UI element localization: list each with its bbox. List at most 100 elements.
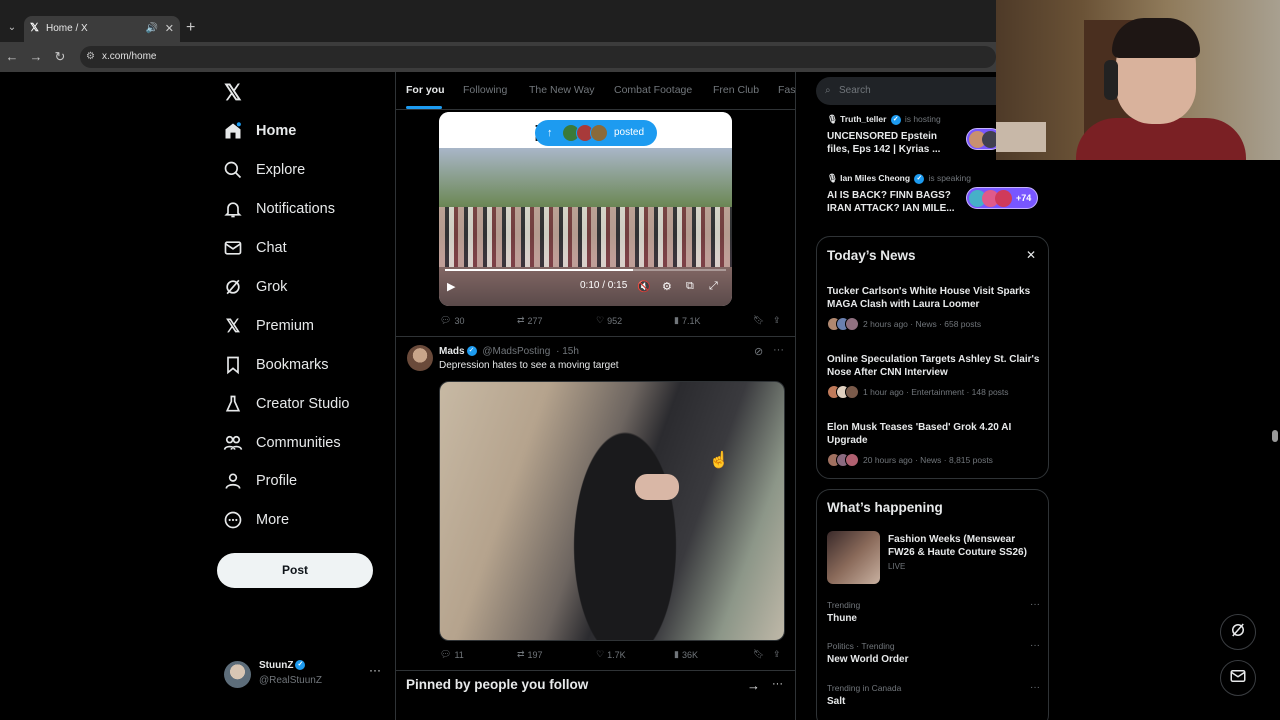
repost-button[interactable]: ⇄ 277 bbox=[517, 315, 543, 326]
nav-home[interactable]: Home bbox=[222, 116, 296, 146]
post-button[interactable]: Post bbox=[217, 553, 373, 588]
share-button[interactable]: ⇪ bbox=[773, 315, 781, 326]
nav-explore[interactable]: Explore bbox=[222, 155, 305, 185]
back-icon[interactable]: ← bbox=[4, 48, 20, 66]
close-icon[interactable]: ✕ bbox=[1026, 248, 1036, 262]
trend-context: Trending in Canada bbox=[827, 683, 902, 693]
mute-icon[interactable]: 🔇 bbox=[637, 280, 651, 293]
live-space-card[interactable]: 🎙 Ian Miles Cheong ✓ is speaking AI IS BA… bbox=[827, 173, 1047, 215]
author-name[interactable]: Mads bbox=[439, 346, 465, 357]
forward-icon[interactable]: → bbox=[28, 48, 44, 66]
messages-floating-button[interactable] bbox=[1220, 660, 1256, 696]
page-scrollbar[interactable] bbox=[1272, 430, 1278, 442]
nav-more[interactable]: More bbox=[222, 505, 289, 535]
nav-bookmarks[interactable]: Bookmarks bbox=[222, 350, 329, 380]
event-thumbnail[interactable] bbox=[827, 531, 880, 584]
x-logo-icon[interactable]: 𝕏 bbox=[224, 80, 242, 106]
tweet-media[interactable] bbox=[439, 381, 785, 641]
view-count: 36K bbox=[681, 649, 698, 660]
nav-profile[interactable]: Profile bbox=[222, 466, 297, 496]
like-button[interactable]: ♡ 1.7K bbox=[596, 649, 626, 660]
reload-icon[interactable]: ↻ bbox=[52, 48, 68, 66]
reply-icon: 💬︎ bbox=[440, 649, 452, 659]
tab-for-you[interactable]: For you bbox=[406, 84, 445, 96]
news-item[interactable]: Online Speculation Targets Ashley St. Cl… bbox=[827, 353, 1042, 399]
browser-tab[interactable]: 𝕏 Home / X 🔊 ✕ bbox=[24, 16, 180, 42]
audio-icon[interactable]: 🔊 bbox=[146, 16, 158, 42]
like-count: 1.7K bbox=[607, 649, 626, 660]
tab-search-chevron-icon[interactable]: ⌄ bbox=[4, 20, 20, 36]
mail-icon bbox=[222, 237, 244, 259]
new-posts-pill[interactable]: ↑ posted bbox=[535, 120, 657, 146]
reply-button[interactable]: 💬︎ 11 bbox=[440, 649, 464, 660]
site-info-icon[interactable]: ⚙ bbox=[86, 46, 95, 68]
avatar bbox=[845, 385, 859, 399]
bookmark-button[interactable]: 🔖︎ bbox=[753, 315, 764, 326]
close-tab-icon[interactable]: ✕ bbox=[165, 16, 174, 42]
nav-notifications[interactable]: Notifications bbox=[222, 194, 335, 224]
tweet-age[interactable]: · 15h bbox=[556, 346, 579, 357]
avatar bbox=[845, 317, 859, 331]
nav-grok[interactable]: Grok bbox=[222, 272, 287, 302]
like-count: 952 bbox=[607, 315, 623, 326]
feed-tabs: For you Following The New Way Combat Foo… bbox=[396, 72, 795, 110]
divider bbox=[396, 336, 795, 337]
grok-icon[interactable]: ⊘ bbox=[754, 345, 763, 358]
listener-count: +74 bbox=[1016, 193, 1032, 203]
fullscreen-icon[interactable]: ⤢ bbox=[709, 280, 718, 293]
reply-icon: 💬︎ bbox=[440, 315, 452, 325]
reply-count: 30 bbox=[454, 315, 465, 326]
event-item[interactable]: Fashion Weeks (Menswear FW26 & Haute Cou… bbox=[888, 533, 1038, 571]
play-icon[interactable]: ▶ bbox=[447, 280, 455, 293]
views-button[interactable]: ▮ 7.1K bbox=[674, 315, 700, 326]
tab-fas[interactable]: Fas bbox=[778, 84, 795, 96]
author-handle[interactable]: @MadsPosting bbox=[482, 346, 550, 357]
trend-context: Politics · Trending bbox=[827, 641, 895, 651]
more-dots-icon[interactable]: ··· bbox=[1030, 640, 1040, 651]
reply-button[interactable]: 💬︎ 30 bbox=[440, 315, 464, 326]
tab-following[interactable]: Following bbox=[463, 84, 507, 96]
more-dots-icon[interactable]: ··· bbox=[772, 678, 783, 690]
url-field[interactable]: ⚙ x.com/home bbox=[80, 46, 996, 68]
settings-icon[interactable]: ⚙ bbox=[662, 280, 672, 293]
new-tab-icon[interactable]: + bbox=[186, 18, 200, 38]
trend-name: Salt bbox=[827, 696, 846, 707]
share-button[interactable]: ⇪ bbox=[773, 649, 781, 660]
nav-chat[interactable]: Chat bbox=[222, 233, 287, 263]
news-item[interactable]: Elon Musk Teases 'Based' Grok 4.20 AI Up… bbox=[827, 421, 1042, 467]
more-dots-icon[interactable]: ··· bbox=[369, 663, 381, 677]
heart-icon: ♡ bbox=[596, 315, 605, 325]
grok-floating-button[interactable] bbox=[1220, 614, 1256, 650]
repost-button[interactable]: ⇄ 197 bbox=[517, 649, 543, 660]
picture-in-picture-icon[interactable]: ⧉ bbox=[686, 280, 694, 293]
trend-item[interactable]: Trending Thune ··· bbox=[827, 599, 1042, 624]
reply-count: 11 bbox=[454, 649, 464, 660]
nav-communities[interactable]: Communities bbox=[222, 428, 341, 458]
more-dots-icon[interactable]: ··· bbox=[773, 344, 784, 356]
like-button[interactable]: ♡ 952 bbox=[596, 315, 622, 326]
avatar bbox=[224, 661, 251, 688]
more-dots-icon[interactable]: ··· bbox=[1030, 682, 1040, 693]
news-title: Tucker Carlson's White House Visit Spark… bbox=[827, 286, 1031, 310]
search-input[interactable]: ⌕ Search bbox=[816, 77, 998, 105]
whats-happening-card: What’s happening Fashion Weeks (Menswear… bbox=[816, 489, 1049, 720]
tab-combat-footage[interactable]: Combat Footage bbox=[614, 84, 692, 96]
nav-creator-studio[interactable]: Creator Studio bbox=[222, 389, 350, 419]
more-dots-icon[interactable]: ··· bbox=[1030, 599, 1040, 610]
nav-premium[interactable]: 𝕏 Premium bbox=[222, 311, 314, 341]
trend-item[interactable]: Trending in Canada Salt ··· bbox=[827, 682, 1042, 707]
video-progress-bar[interactable] bbox=[445, 269, 726, 271]
posted-label: posted bbox=[614, 127, 645, 138]
views-button[interactable]: ▮ 36K bbox=[674, 649, 698, 660]
news-item[interactable]: Tucker Carlson's White House Visit Spark… bbox=[827, 285, 1042, 331]
news-meta-row: 2 hours ago · News · 658 posts bbox=[827, 317, 1042, 331]
account-switcher[interactable]: StuunZ ✓ @RealStuunZ ··· bbox=[224, 659, 384, 689]
arrow-right-icon[interactable]: → bbox=[747, 678, 760, 693]
tab-fren-club[interactable]: Fren Club bbox=[713, 84, 759, 96]
bookmark-button[interactable]: 🔖︎ bbox=[753, 649, 764, 660]
avatar[interactable] bbox=[407, 345, 433, 371]
trend-item[interactable]: Politics · Trending New World Order ··· bbox=[827, 640, 1042, 665]
avatar-stack bbox=[827, 385, 859, 399]
event-title: Fashion Weeks (Menswear FW26 & Haute Cou… bbox=[888, 534, 1027, 558]
tab-the-new-way[interactable]: The New Way bbox=[529, 84, 595, 96]
